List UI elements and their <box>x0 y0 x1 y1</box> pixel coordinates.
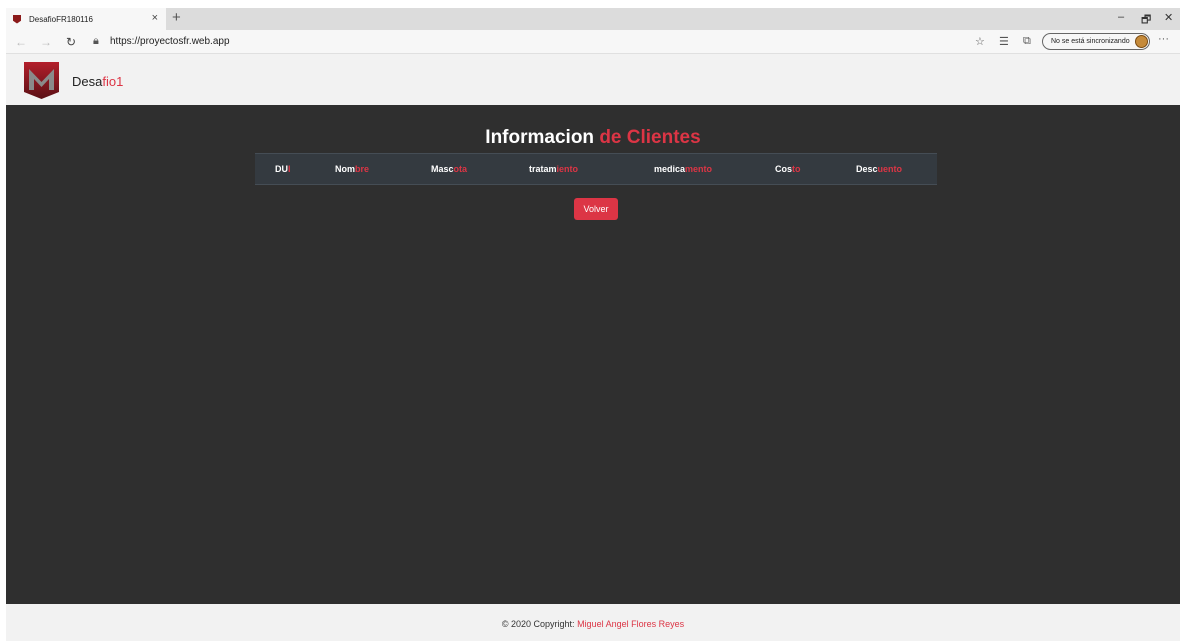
copyright-text: © 2020 Copyright: <box>501 619 578 629</box>
column-header-mascota: Mascota <box>431 164 468 174</box>
title-red: de Clientes <box>599 127 701 148</box>
tab-close-icon[interactable]: × <box>152 12 158 24</box>
collections-icon[interactable]: ⧉ <box>1023 35 1031 48</box>
close-window-icon[interactable]: ✕ <box>1164 11 1173 24</box>
column-header-medicamento: medicamento <box>654 164 713 174</box>
site-favicon-icon <box>13 14 21 24</box>
restore-icon[interactable]: 🗗 <box>1141 11 1151 30</box>
page-footer: © 2020 Copyright: Miguel Angel Flores Re… <box>6 604 1180 641</box>
favorite-star-icon[interactable]: ☆ <box>975 35 985 48</box>
main-content: Informacion de Clientes DUI Nombre Masco… <box>6 105 1180 604</box>
back-arrow-icon[interactable]: ← <box>15 35 27 49</box>
sync-status-button[interactable]: No se está sincronizando <box>1042 33 1150 50</box>
column-header-tratamiento: tratamiento <box>529 164 579 174</box>
brand-prefix: Desa <box>72 74 103 89</box>
browser-tab[interactable]: DesafioFR180116 × <box>6 8 166 30</box>
profile-avatar <box>1135 35 1148 48</box>
page-title: Informacion de Clientes <box>6 127 1180 149</box>
column-header-costo: Costo <box>775 164 801 174</box>
title-white: Informacion <box>485 127 595 148</box>
url-field[interactable]: https://proyectosfr.web.app <box>110 36 230 47</box>
sync-label: No se está sincronizando <box>1051 38 1130 45</box>
site-logo-icon[interactable] <box>22 60 61 100</box>
lock-icon[interactable]: 🔒︎ <box>93 35 99 48</box>
forward-arrow-icon[interactable]: → <box>40 35 52 49</box>
author-link[interactable]: Miguel Angel Flores Reyes <box>577 619 684 629</box>
tab-strip: DesafioFR180116 × + – 🗗 ✕ <box>6 8 1180 30</box>
column-header-descuento: Descuento <box>856 164 903 174</box>
refresh-icon[interactable]: ↻ <box>66 35 76 49</box>
tab-title: DesafioFR180116 <box>29 14 93 24</box>
brand-link[interactable]: Desafio1 <box>72 74 123 89</box>
brand-suffix: fio1 <box>102 74 124 89</box>
back-button[interactable]: Volver <box>574 198 618 220</box>
favorites-list-icon[interactable]: ☰ <box>999 35 1009 48</box>
column-header-dui: DUI <box>275 164 291 174</box>
site-navbar: Desafio1 <box>6 54 1180 105</box>
column-header-nombre: Nombre <box>335 164 370 174</box>
clients-table-header: DUI Nombre Mascota tratamiento medicamen… <box>255 153 937 185</box>
address-bar: ← → ↻ 🔒︎ https://proyectosfr.web.app ☆ ☰… <box>6 30 1180 54</box>
new-tab-icon[interactable]: + <box>172 9 181 26</box>
browser-window: DesafioFR180116 × + – 🗗 ✕ ← → ↻ 🔒︎ https… <box>6 8 1180 641</box>
minimize-icon[interactable]: – <box>1118 11 1124 23</box>
more-options-icon[interactable]: ··· <box>1158 33 1169 45</box>
